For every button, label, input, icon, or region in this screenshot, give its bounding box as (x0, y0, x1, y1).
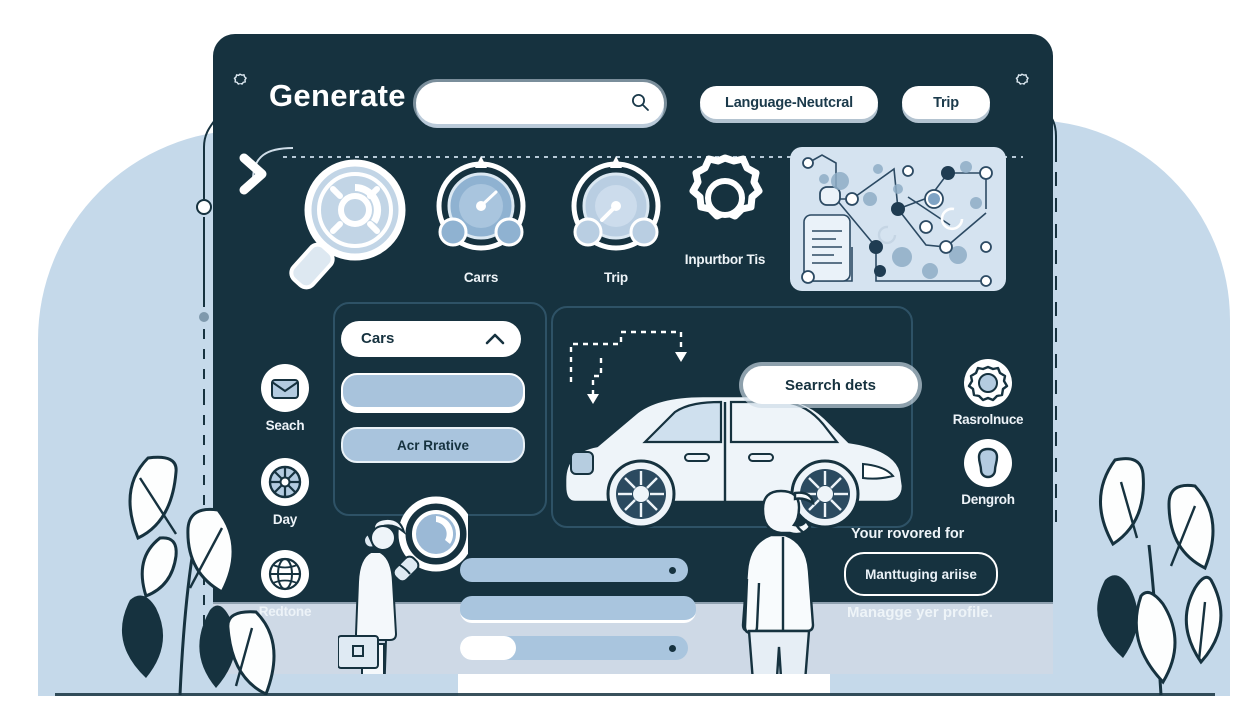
profile-note-top: Your rovored for (851, 526, 965, 542)
right-item-label: Dengroh (961, 492, 1015, 507)
search-dets-button[interactable]: Searrch dets (743, 366, 918, 404)
chevron-right-icon[interactable] (237, 152, 271, 196)
trip-pill[interactable]: Trip (902, 86, 990, 119)
leaf-plant-illustration (121, 455, 276, 695)
profile-note-bottom: Managge yer profile. (847, 604, 993, 621)
sidebar-item-seach[interactable]: Seach (239, 364, 331, 433)
node-network-panel (790, 147, 1006, 291)
empty-field[interactable] (341, 373, 525, 409)
baseline-rule (55, 693, 1215, 696)
slider-knob[interactable] (669, 567, 676, 574)
manage-button[interactable]: Manttuging ariise (844, 552, 998, 596)
slider-2[interactable] (460, 596, 696, 623)
page-title: Generate (269, 78, 406, 113)
slider-fill (460, 636, 516, 660)
alt-action-button[interactable]: Acr Rrative (341, 427, 525, 463)
gear-icon[interactable] (231, 72, 249, 90)
shield-icon (964, 439, 1012, 487)
cars-dial[interactable]: Carrs (426, 154, 536, 285)
bottom-white-strip (0, 696, 1260, 720)
app-window: Generate Language-Neutcral Trip Carrs Tr… (213, 34, 1053, 674)
trip-dial[interactable]: Trip (561, 154, 671, 285)
search-icon[interactable] (630, 92, 650, 112)
person-on-phone-illustration (741, 489, 825, 674)
magnifier-icon (289, 159, 406, 290)
inputbor-gear-label: Inpurtbor Tis (684, 252, 766, 267)
language-neutral-pill[interactable]: Language-Neutcral (700, 86, 878, 119)
slider-1[interactable] (460, 558, 688, 582)
search-input[interactable] (416, 82, 664, 124)
dial-icon (571, 156, 661, 251)
right-item-label: Rasrolnuce (952, 412, 1024, 427)
gear-icon (689, 154, 763, 220)
right-item-dengroh[interactable]: Dengroh (938, 439, 1038, 507)
gear-icon[interactable] (1013, 72, 1031, 90)
cars-dial-label: Carrs (463, 270, 499, 285)
right-item-rasrolnuce[interactable]: Rasrolnuce (938, 359, 1038, 427)
leaf-plant-illustration (1097, 457, 1223, 695)
inputbor-gear[interactable]: Inpurtbor Tis (675, 154, 775, 268)
trip-dial-label: Trip (604, 270, 628, 285)
woman-with-magnifier-illustration (338, 496, 468, 674)
gear-icon (964, 359, 1012, 407)
slider-knob[interactable] (669, 645, 676, 652)
dropdown-value: Cars (361, 330, 395, 347)
chevron-up-icon[interactable] (485, 333, 505, 345)
dial-icon (436, 156, 526, 251)
envelope-icon (261, 364, 309, 412)
cars-dropdown[interactable]: Cars (341, 321, 521, 357)
slider-3[interactable] (460, 636, 688, 660)
screenshot-root: Generate Language-Neutcral Trip Carrs Tr… (0, 0, 1260, 720)
app-header: Generate Language-Neutcral Trip (213, 34, 1053, 130)
